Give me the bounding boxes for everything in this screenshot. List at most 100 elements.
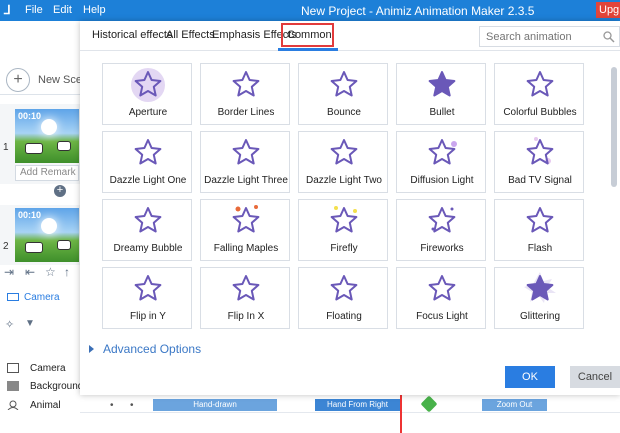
plus-icon: +	[6, 68, 30, 92]
expand-arrow-icon	[89, 345, 94, 353]
effect-card[interactable]: Firefly	[298, 199, 388, 261]
effect-name: Colorful Bubbles	[503, 107, 577, 118]
star-effect-icon	[330, 139, 358, 165]
effect-name: Bounce	[327, 107, 361, 118]
advanced-options-label: Advanced Options	[103, 342, 202, 356]
app-logo-icon: ⅃	[4, 3, 11, 17]
title-bar: ⅃ File Edit Help New Project - Animiz An…	[0, 0, 620, 21]
scene-panel: + New Scene 1 00:10 Add Remark + 2 00:10…	[0, 21, 94, 433]
menu-help[interactable]: Help	[83, 4, 106, 16]
timeline-effect-bar[interactable]: Hand-drawn	[153, 399, 277, 411]
camera-tool[interactable]: Camera	[0, 287, 80, 307]
effect-card[interactable]: Floating	[298, 267, 388, 329]
timeline-effect-bar[interactable]: Hand From Right	[315, 399, 400, 411]
cow-graphic	[57, 240, 71, 250]
active-tab-underline	[278, 48, 338, 51]
tab-all-effects[interactable]: All Effects	[166, 29, 215, 41]
animation-effects-dialog: Historical effects All Effects Emphasis …	[80, 21, 620, 395]
tab-historical-effects[interactable]: Historical effects	[92, 29, 173, 41]
track-label-camera: Camera	[30, 363, 66, 374]
effect-name: Diffusion Light	[410, 175, 474, 186]
sun-graphic	[41, 119, 57, 135]
cancel-button[interactable]: Cancel	[570, 366, 620, 388]
exit-icon[interactable]: ⇥	[4, 265, 14, 279]
effect-name: Aperture	[128, 107, 168, 118]
star-effect-icon	[428, 71, 456, 97]
star-effect-icon	[330, 275, 358, 301]
track-label-animal: Animal	[30, 400, 61, 411]
scene-number: 2	[3, 241, 9, 252]
role-icon	[7, 400, 19, 410]
cow-graphic	[25, 143, 43, 154]
effect-card[interactable]: Diffusion Light	[396, 131, 486, 193]
search-icon[interactable]	[602, 30, 616, 44]
arrow-up-icon[interactable]: ↑	[64, 265, 70, 279]
export-icon[interactable]: ⇤	[25, 265, 35, 279]
effect-card[interactable]: Dazzle Light Two	[298, 131, 388, 193]
effect-card[interactable]: Dazzle Light Three	[200, 131, 290, 193]
effect-card[interactable]: Dazzle Light One	[102, 131, 192, 193]
scene-item-2[interactable]: 2 00:10	[0, 205, 80, 265]
playhead[interactable]	[400, 392, 402, 433]
effect-card[interactable]: Focus Light	[396, 267, 486, 329]
effect-name: Dreamy Bubble	[113, 243, 183, 254]
visibility-dot[interactable]: •	[110, 400, 114, 411]
effect-name: Firefly	[330, 243, 358, 254]
tab-highlight-box	[281, 23, 334, 47]
scene-thumbnail[interactable]: 00:10	[15, 109, 79, 163]
effect-card[interactable]: Dreamy Bubble	[102, 199, 192, 261]
star-effect-icon	[232, 71, 260, 97]
effect-card[interactable]: Fireworks	[396, 199, 486, 261]
timeline-effect-bar[interactable]: Zoom Out	[482, 399, 547, 411]
star-effect-icon	[428, 207, 456, 233]
scene-item-1[interactable]: 1 00:10 Add Remark	[0, 104, 80, 184]
effect-card[interactable]: Colorful Bubbles	[494, 63, 584, 125]
add-remark-field[interactable]: Add Remark	[15, 165, 79, 181]
star-effect-icon	[526, 137, 554, 165]
diamond-icon[interactable]: ✧	[5, 318, 14, 331]
effect-card[interactable]: Bounce	[298, 63, 388, 125]
camera-icon	[7, 363, 19, 373]
effect-name: Fireworks	[420, 243, 464, 254]
timeline-toolbar: ✧ ▼	[0, 317, 80, 335]
scene-duration: 00:10	[18, 210, 42, 220]
effect-card[interactable]: Flip in Y	[102, 267, 192, 329]
effect-name: Dazzle Light Three	[204, 175, 288, 186]
filter-icon[interactable]: ▼	[25, 318, 35, 329]
effect-card[interactable]: Glittering	[494, 267, 584, 329]
star-effect-icon	[524, 272, 556, 303]
effect-card[interactable]: Aperture	[102, 63, 192, 125]
track-label-background: Background	[30, 381, 84, 392]
effect-card[interactable]: Bad TV Signal	[494, 131, 584, 193]
effect-card[interactable]: Bullet	[396, 63, 486, 125]
star-effect-icon	[330, 206, 358, 233]
scene-thumbnail[interactable]: 00:10	[15, 208, 79, 262]
effect-card[interactable]: Flip In X	[200, 267, 290, 329]
scene-duration: 00:10	[18, 111, 42, 121]
star-effect-icon	[134, 207, 162, 233]
add-scene-icon[interactable]: +	[54, 185, 66, 197]
search-box[interactable]	[479, 26, 620, 47]
star-effect-icon	[526, 71, 554, 97]
star-effect-icon	[131, 68, 165, 102]
star-effect-icon	[526, 207, 554, 233]
star-icon[interactable]: ☆	[45, 265, 56, 279]
new-scene-button[interactable]: + New Scene	[0, 65, 94, 95]
search-input[interactable]	[480, 27, 598, 46]
ok-button[interactable]: OK	[505, 366, 555, 388]
star-effect-icon	[330, 71, 358, 97]
effect-card[interactable]: Border Lines	[200, 63, 290, 125]
lock-dot[interactable]: •	[130, 400, 134, 411]
upgrade-button[interactable]: Upg	[596, 2, 620, 18]
scrollbar-thumb[interactable]	[611, 67, 617, 187]
effect-name: Focus Light	[416, 311, 468, 322]
menu-edit[interactable]: Edit	[53, 4, 72, 16]
menu-file[interactable]: File	[25, 4, 43, 16]
effect-name: Falling Maples	[213, 243, 279, 254]
camera-tool-label: Camera	[24, 292, 60, 303]
effect-card[interactable]: Falling Maples	[200, 199, 290, 261]
camera-icon	[7, 293, 19, 301]
effect-name: Bullet	[429, 107, 455, 118]
star-effect-icon	[232, 139, 260, 165]
effect-card[interactable]: Flash	[494, 199, 584, 261]
